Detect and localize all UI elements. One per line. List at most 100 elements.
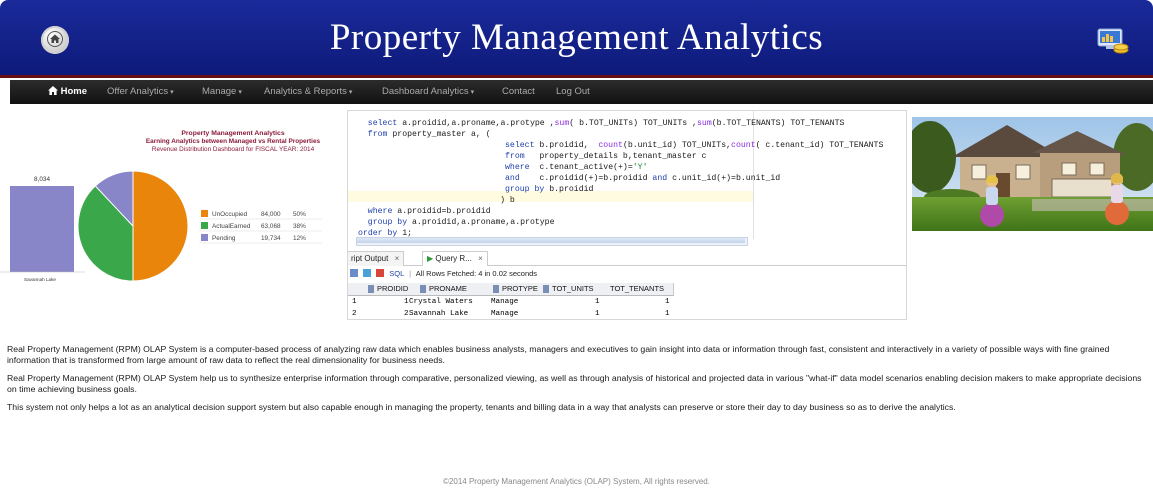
nav-item-dashboard-analytics[interactable]: Dashboard Analytics ▾ (382, 80, 474, 104)
code-line[interactable]: select b.proidid, count(b.unit_id) TOT_U… (505, 140, 883, 151)
column-header-label: TOT_TENANTS (610, 284, 665, 293)
column-header[interactable]: TOT_TENANTS (607, 283, 674, 296)
pie (77, 170, 189, 282)
table-cell: Crystal Waters (409, 298, 473, 306)
row-number-header (348, 283, 367, 296)
nav-item-manage[interactable]: Manage ▾ (202, 80, 242, 104)
nav-item-label: Analytics & Reports (264, 86, 347, 97)
table-cell: Manage (491, 310, 519, 318)
table-cell: 1 (595, 298, 600, 306)
legend-swatch (201, 222, 208, 229)
revenue-chart: Property Management Analytics Earning An… (0, 130, 322, 282)
legend-percent: 38% (293, 223, 306, 230)
page-title: Property Management Analytics (329, 17, 824, 58)
nav-item-label: Manage (202, 86, 237, 97)
column-type-icon (493, 285, 499, 293)
caret-down-icon: ▾ (348, 89, 353, 96)
sql-button[interactable]: SQL (389, 269, 404, 278)
column-header[interactable]: PROTYPE (491, 283, 542, 296)
caret-down-icon: ▾ (470, 89, 475, 96)
play-icon: ▶ (427, 254, 434, 263)
code-line[interactable]: group by b.proidid (505, 184, 593, 195)
pie-slice-unoccupied (132, 170, 189, 282)
code-line[interactable]: ) b (500, 195, 515, 206)
code-line[interactable]: select a.proidid,a.proname,a.protype ,su… (368, 118, 845, 129)
close-icon[interactable]: × (478, 254, 483, 263)
table-cell: 1 (595, 310, 600, 318)
nav-item-contact[interactable]: Contact (502, 80, 535, 104)
pin-icon[interactable] (350, 269, 358, 277)
refresh-icon[interactable] (363, 269, 372, 277)
table-cell: 1 (404, 298, 409, 306)
tab-query-result[interactable]: ▶ Query R... × (422, 251, 488, 266)
table-cell: 1 (665, 310, 670, 318)
tab-script-output[interactable]: ript Output × (348, 251, 405, 266)
column-header[interactable]: PROIDID (366, 283, 419, 296)
column-type-icon (543, 285, 549, 293)
code-line[interactable]: where c.tenant_active(+)='Y' (505, 162, 648, 173)
editor-horizontal-scrollbar[interactable] (356, 237, 748, 246)
scrollbar-thumb[interactable] (357, 238, 745, 243)
table-row[interactable]: 1 1 Crystal Waters Manage 1 1 (348, 296, 678, 308)
caret-down-icon: ▾ (170, 89, 174, 96)
legend-value: 84,000 (261, 211, 281, 218)
nav-item-analytics-reports[interactable]: Analytics & Reports ▾ (264, 80, 352, 104)
grid-header-row: PROIDID PRONAME PROTYPE TOT_UNITS TOT_TE… (348, 283, 906, 296)
description-section: Real Property Management (RPM) OLAP Syst… (7, 344, 1153, 420)
main-nav: Home Offer Analytics ▾ Manage ▾ Analytics … (10, 80, 1153, 104)
column-header[interactable]: PRONAME (418, 283, 492, 296)
code-line[interactable]: where a.proidid=b.proidid (368, 206, 491, 217)
header-banner: Property Management Analytics (0, 0, 1153, 78)
bar-category-label: Savannah Lake (24, 277, 56, 282)
legend-percent: 12% (293, 235, 306, 242)
nav-item-offer-analytics[interactable]: Offer Analytics ▾ (107, 80, 174, 104)
code-line[interactable]: and c.proidid(+)=b.proidid and c.unit_id… (505, 173, 780, 184)
home-icon (48, 86, 61, 97)
table-row[interactable]: 2 2 Savannah Lake Manage 1 1 (348, 308, 678, 319)
nav-item-home[interactable]: Home (48, 80, 87, 104)
column-header[interactable]: TOT_UNITS (541, 283, 608, 296)
sql-export-icon[interactable] (376, 269, 385, 277)
computer-coins-icon (1094, 26, 1130, 56)
sql-editor[interactable]: select a.proidid,a.proname,a.protype ,su… (348, 111, 906, 246)
close-icon[interactable]: × (395, 254, 400, 263)
nav-item-log-out[interactable]: Log Out (556, 80, 590, 104)
bar (10, 186, 74, 272)
chart-title: Property Management Analytics (181, 130, 284, 137)
house-photo (912, 117, 1153, 231)
nav-item-label: Offer Analytics (107, 86, 169, 97)
column-header-label: PROIDID (377, 284, 409, 293)
legend-percent: 50% (293, 211, 306, 218)
legend-label: UnOccupied (212, 211, 248, 218)
nav-item-label: Contact (502, 86, 535, 97)
footer-copyright: ©2014 Property Management Analytics (OLA… (443, 477, 710, 486)
row-number: 2 (352, 310, 357, 318)
legend-label: ActualEarned (212, 223, 251, 230)
table-cell: 1 (665, 298, 670, 306)
sql-developer-panel: select a.proidid,a.proname,a.protype ,su… (347, 110, 907, 320)
chart-subtitle: Earning Analytics between Managed vs Ren… (146, 138, 321, 145)
legend-swatch (201, 234, 208, 241)
toolbar-separator: | (409, 269, 412, 278)
column-header-label: PRONAME (429, 284, 467, 293)
code-line[interactable]: from property_details b,tenant_master c (505, 151, 706, 162)
legend-value: 63,068 (261, 223, 281, 230)
nav-item-label: Home (60, 86, 88, 97)
nav-item-label: Log Out (556, 86, 590, 97)
nav-item-label: Dashboard Analytics (382, 86, 469, 97)
tab-label: Query R... (435, 254, 472, 263)
table-cell: Manage (491, 298, 519, 306)
results-toolbar: SQL | All Rows Fetched: 4 in 0.02 second… (348, 266, 906, 282)
description-paragraph: Real Property Management (RPM) OLAP Syst… (7, 373, 1142, 394)
code-line[interactable]: from property_master a, ( (368, 129, 491, 140)
chart-caption: Revenue Distribution Dashboard for FISCA… (152, 146, 315, 153)
column-header-label: PROTYPE (502, 284, 538, 293)
table-cell: 2 (404, 310, 409, 318)
code-line[interactable]: group by a.proidid,a.proname,a.protype (368, 217, 555, 228)
chart-legend: UnOccupied 84,000 50% ActualEarned 63,068 38%… (199, 210, 322, 244)
tab-label: ript Output (351, 254, 389, 263)
column-header-label: TOT_UNITS (552, 284, 594, 293)
row-number: 1 (352, 298, 357, 306)
description-paragraph: This system not only helps a lot as an a… (7, 402, 956, 412)
description-paragraph: Real Property Management (RPM) OLAP Syst… (7, 344, 1110, 365)
